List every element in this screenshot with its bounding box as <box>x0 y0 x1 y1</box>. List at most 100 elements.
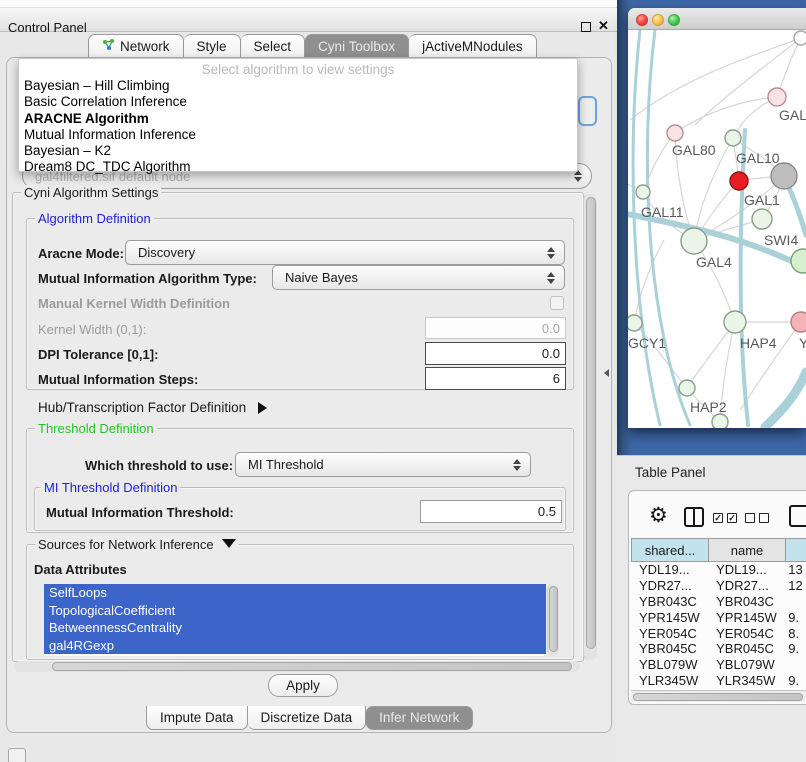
unchecked-boxes-icon[interactable] <box>759 513 769 523</box>
apply-button[interactable]: Apply <box>268 674 338 697</box>
table-row[interactable]: YDR27...YDR27...12 <box>631 578 806 594</box>
kernel-width-label: Kernel Width (0,1): <box>38 322 146 337</box>
aracne-mode-combobox[interactable]: Discovery <box>125 240 565 265</box>
tab-discretize-data[interactable]: Discretize Data <box>248 706 367 730</box>
which-threshold-combobox[interactable]: MI Threshold <box>235 452 531 477</box>
minimize-traffic-light-icon[interactable] <box>652 14 664 26</box>
algorithm-definition-title: Algorithm Definition <box>35 211 154 226</box>
tab-label: Infer Network <box>379 710 459 725</box>
mi-threshold-field[interactable]: 0.5 <box>420 500 562 523</box>
hub-definition-label: Hub/Transcription Factor Definition <box>38 400 246 415</box>
column-header[interactable]: shared... <box>631 538 709 562</box>
attribute-list-item[interactable]: BetweennessCentrality <box>44 619 546 637</box>
attribute-list-item[interactable]: gal4RGexp <box>44 637 546 655</box>
attribute-list-item[interactable]: SelfLoops <box>44 584 546 602</box>
mi-steps-field[interactable]: 6 <box>425 367 566 390</box>
close-icon[interactable]: ✕ <box>598 18 609 34</box>
settings-vertical-scrollbar[interactable] <box>583 194 597 660</box>
network-edge[interactable] <box>630 38 801 120</box>
network-node-green[interactable] <box>628 315 642 331</box>
document-icon[interactable] <box>789 505 806 527</box>
network-node-pink[interactable] <box>768 88 786 106</box>
table-row[interactable]: YBR045CYBR045C9. <box>631 641 806 657</box>
network-icon <box>102 38 115 54</box>
network-node-green[interactable] <box>679 380 695 396</box>
mi-threshold-label: Mutual Information Threshold: <box>46 505 234 520</box>
network-node-green[interactable] <box>681 228 707 254</box>
table-row[interactable]: YLR345WYLR345W9. <box>631 673 806 689</box>
control-panel-titlebar: Control Panel ✕ <box>0 8 617 32</box>
network-node-pink[interactable] <box>667 125 683 141</box>
close-traffic-light-icon[interactable] <box>636 14 648 26</box>
network-node-white[interactable] <box>794 31 806 45</box>
collapsed-panel-button[interactable] <box>8 748 26 762</box>
focused-combo-fragment[interactable] <box>578 96 597 126</box>
table-cell: YBR045C <box>708 641 784 657</box>
algorithm-option[interactable]: Mutual Information Inference <box>19 127 577 143</box>
network-node-biggreen[interactable] <box>791 249 806 273</box>
algorithm-dropdown-prompt: Select algorithm to view settings <box>19 59 577 78</box>
float-window-icon[interactable] <box>581 22 591 32</box>
tab-style[interactable]: Style <box>184 34 241 58</box>
split-divider-arrow-icon[interactable] <box>604 369 609 377</box>
settings-horizontal-scrollbar[interactable] <box>14 661 580 672</box>
table-row[interactable]: YDL19...YDL19...13 <box>631 562 806 578</box>
manual-kernel-checkbox[interactable] <box>550 296 564 310</box>
dpi-tolerance-field[interactable]: 0.0 <box>425 342 566 365</box>
network-node-green[interactable] <box>725 130 741 146</box>
checked-boxes-icon[interactable]: ✓ <box>727 513 737 523</box>
table-cell: YDR27... <box>708 578 784 594</box>
table-cell: YDL19... <box>708 562 784 578</box>
checked-boxes-icon[interactable]: ✓ <box>713 513 723 523</box>
network-node-gray[interactable] <box>771 163 797 189</box>
attribute-list-item[interactable]: TopologicalCoefficient <box>44 602 546 620</box>
table-horizontal-scrollbar[interactable] <box>631 690 806 702</box>
zoom-traffic-light-icon[interactable] <box>668 14 680 26</box>
algorithm-option[interactable]: Bayesian – Hill Climbing <box>19 78 577 94</box>
tab-infer-network[interactable]: Infer Network <box>366 706 473 730</box>
data-attributes-label: Data Attributes <box>34 562 127 577</box>
sources-title-wrap[interactable]: Sources for Network Inference <box>35 537 239 552</box>
network-node-pinkstrong[interactable] <box>791 312 806 332</box>
network-node-green[interactable] <box>636 185 650 199</box>
kernel-width-field[interactable]: 0.0 <box>425 317 566 339</box>
table-row[interactable]: YPR145WYPR145W9. <box>631 610 806 626</box>
mi-type-combobox[interactable]: Naive Bayes <box>272 265 565 290</box>
network-graph-canvas[interactable]: GALGAL80GAL10GAL1GAL11SWI4GAL4GCY1HAP4YH… <box>628 30 806 428</box>
tab-cyni-toolbox[interactable]: Cyni Toolbox <box>305 34 409 58</box>
network-edge-highlighted[interactable] <box>633 30 660 425</box>
table-cell <box>784 594 806 610</box>
table-row[interactable]: YBR043CYBR043C <box>631 594 806 610</box>
network-node-label: GAL80 <box>672 142 716 158</box>
attributes-list-scrollbar[interactable] <box>547 584 559 656</box>
split-columns-icon[interactable] <box>684 507 704 527</box>
algorithm-option[interactable]: Bayesian – K2 <box>19 143 577 159</box>
combo-stepper-icon <box>512 459 521 471</box>
network-node-green[interactable] <box>712 414 728 428</box>
algorithm-dropdown-items: Bayesian – Hill ClimbingBasic Correlatio… <box>19 78 577 176</box>
table-row[interactable]: YER054CYER054C8. <box>631 626 806 642</box>
table-row[interactable]: YBL079WYBL079W <box>631 657 806 673</box>
gear-icon[interactable]: ⚙ <box>649 505 668 527</box>
algorithm-option[interactable]: Dream8 DC_TDC Algorithm <box>19 159 577 175</box>
hub-definition-toggle[interactable]: Hub/Transcription Factor Definition <box>38 400 267 415</box>
column-header[interactable] <box>786 538 806 562</box>
network-node-red[interactable] <box>730 172 748 190</box>
network-edge-highlighted[interactable] <box>765 372 806 427</box>
algorithm-option[interactable]: ARACNE Algorithm <box>19 111 577 127</box>
tab-select[interactable]: Select <box>241 34 306 58</box>
network-edge[interactable] <box>675 97 777 133</box>
network-node-green[interactable] <box>724 311 746 333</box>
tab-jactivemnodules[interactable]: jActiveMNodules <box>409 34 537 58</box>
data-attributes-list[interactable]: SelfLoopsTopologicalCoefficientBetweenne… <box>44 584 546 656</box>
algorithm-dropdown-popup: Select algorithm to view settings Bayesi… <box>18 58 578 172</box>
network-node-green[interactable] <box>752 209 772 229</box>
tab-network[interactable]: Network <box>88 34 184 58</box>
algorithm-option[interactable]: Basic Correlation Inference <box>19 94 577 110</box>
unchecked-boxes-icon[interactable] <box>745 513 755 523</box>
tab-impute-data[interactable]: Impute Data <box>146 706 248 730</box>
table-panel-title: Table Panel <box>635 465 706 480</box>
column-header[interactable]: name <box>709 538 786 562</box>
table-cell: 13 <box>784 562 806 578</box>
network-window-titlebar[interactable] <box>628 8 806 30</box>
